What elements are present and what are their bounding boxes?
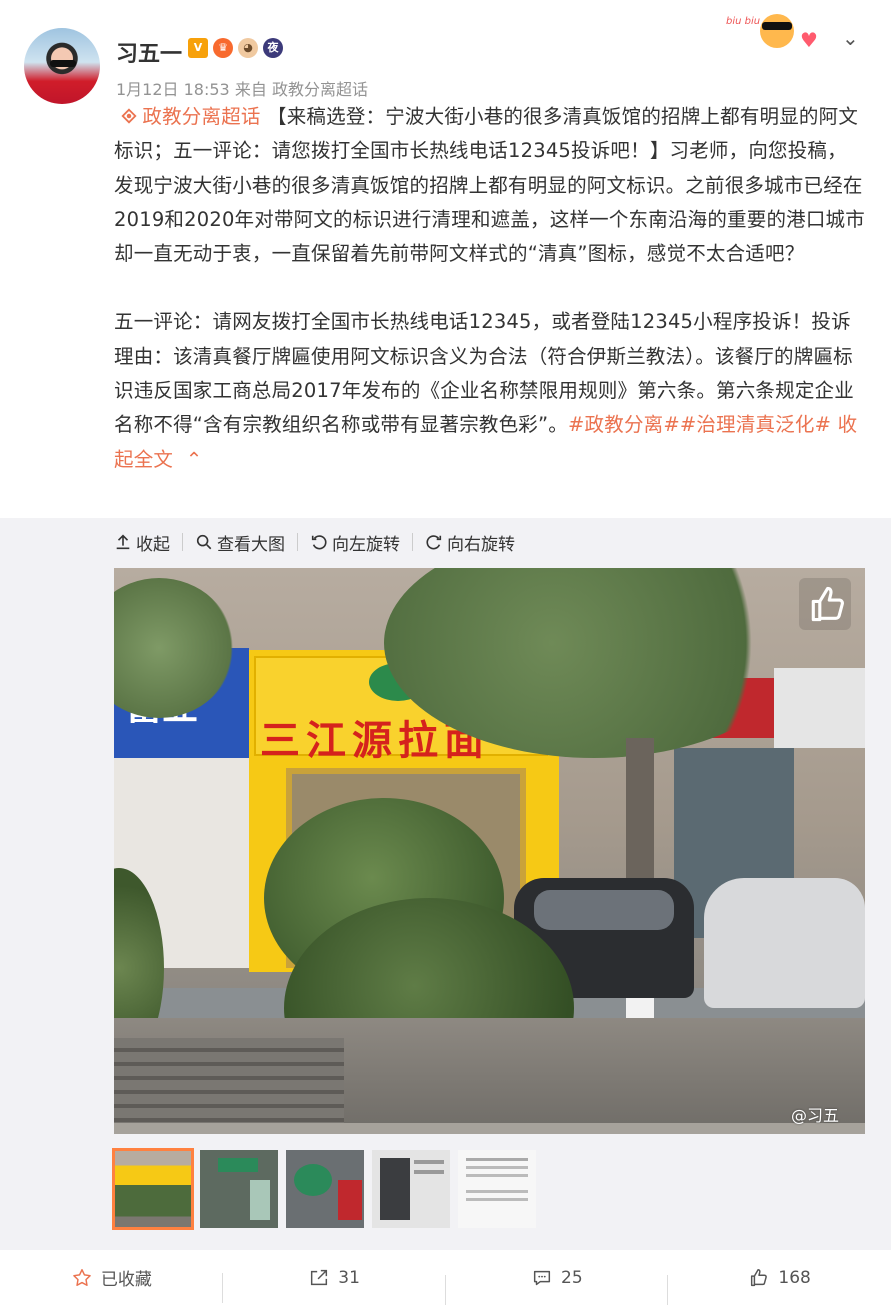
view-large-button[interactable]: 查看大图 (195, 530, 285, 555)
super-topic-label: 政教分离超话 (142, 105, 261, 128)
avatar[interactable] (24, 28, 100, 104)
thumbs-up-icon (751, 1268, 768, 1286)
favorite-label: 已收藏 (100, 1270, 152, 1290)
collapse-media-button[interactable]: 收起 (114, 530, 170, 555)
night-badge-icon[interactable]: 夜 (263, 38, 283, 58)
photo-like-button[interactable] (799, 578, 851, 630)
photo-watermark: @习五 (790, 1106, 839, 1125)
comment-button[interactable]: 25 (446, 1267, 669, 1305)
post-timestamp[interactable]: 1月12日 18:53 (116, 80, 230, 99)
post-header: 习五一 V ♛ ◕ 夜 1月12日 18:53 来自 政教分离超话 biu bi… (0, 0, 891, 105)
super-topic-icon (121, 108, 137, 124)
like-count: 168 (778, 1267, 811, 1288)
rotate-left-button[interactable]: 向左旋转 (310, 530, 400, 555)
rotate-left-label: 向左旋转 (332, 534, 400, 555)
media-toolbar: 收起 查看大图 向左旋转 向右旋转 (114, 530, 515, 555)
rotate-right-icon (426, 535, 442, 550)
paragraph-1: 政教分离超话 【来稿选登：宁波大街小巷的很多清真饭馆的招牌上都有明显的阿文标识；… (114, 100, 866, 271)
hashtag-links[interactable]: #政教分离##治理清真泛化# (568, 413, 831, 436)
main-photo[interactable]: 蓄业 三江源拉面 @习五 (114, 568, 865, 1134)
super-topic-link[interactable]: 政教分离超话 (120, 105, 260, 128)
thumbs-up-icon (811, 586, 844, 622)
collapse-media-label: 收起 (136, 534, 170, 555)
decoration-sticker: biu biu ♥ (726, 14, 818, 52)
thumbnail-1[interactable] (112, 1148, 194, 1230)
rotate-right-label: 向右旋转 (447, 534, 515, 555)
star-icon (73, 1268, 91, 1286)
paragraph-2: 五一评论：请网友拨打全国市长热线电话12345，或者登陆12345小程序投诉！投… (114, 305, 866, 476)
paragraph-1-text: 【来稿选登：宁波大街小巷的很多清真饭馆的招牌上都有明显的阿文标识；五一评论：请您… (114, 105, 865, 266)
post-meta: 1月12日 18:53 来自 政教分离超话 (116, 76, 368, 100)
comment-icon (533, 1270, 551, 1285)
thumbnail-3[interactable] (286, 1150, 364, 1228)
action-bar: 已收藏 31 25 168 (0, 1250, 891, 1305)
post-content: 政教分离超话 【来稿选登：宁波大街小巷的很多清真饭馆的招牌上都有明显的阿文标识；… (114, 100, 866, 477)
like-button[interactable]: 168 (668, 1267, 891, 1289)
search-icon (196, 534, 212, 550)
thumbnail-2[interactable] (200, 1150, 278, 1228)
repost-count: 31 (338, 1267, 360, 1288)
favorite-button[interactable]: 已收藏 (0, 1265, 223, 1303)
pet-badge-icon[interactable]: ◕ (238, 38, 258, 58)
repost-button[interactable]: 31 (223, 1267, 446, 1305)
source-prefix: 来自 (234, 80, 267, 99)
thumbnail-strip (112, 1148, 536, 1230)
vip-badge-icon[interactable]: ♛ (213, 38, 233, 58)
collapse-arrow-icon[interactable]: ⌃ (180, 448, 203, 471)
rotate-right-button[interactable]: 向右旋转 (425, 530, 515, 555)
view-large-label: 查看大图 (217, 534, 285, 555)
share-icon (311, 1269, 328, 1285)
chevron-down-icon[interactable]: ⌄ (842, 26, 859, 50)
verified-badge-icon[interactable]: V (188, 38, 208, 58)
comment-count: 25 (561, 1267, 583, 1288)
media-panel: 收起 查看大图 向左旋转 向右旋转 蓄业 三江源拉面 (0, 518, 891, 1250)
post-source[interactable]: 政教分离超话 (272, 80, 368, 99)
upload-arrow-icon (116, 534, 130, 550)
thumbnail-4[interactable] (372, 1150, 450, 1228)
rotate-left-icon (311, 535, 327, 550)
thumbnail-5[interactable] (458, 1150, 536, 1228)
user-badges: V ♛ ◕ 夜 (188, 38, 283, 58)
username[interactable]: 习五一 (116, 36, 182, 68)
